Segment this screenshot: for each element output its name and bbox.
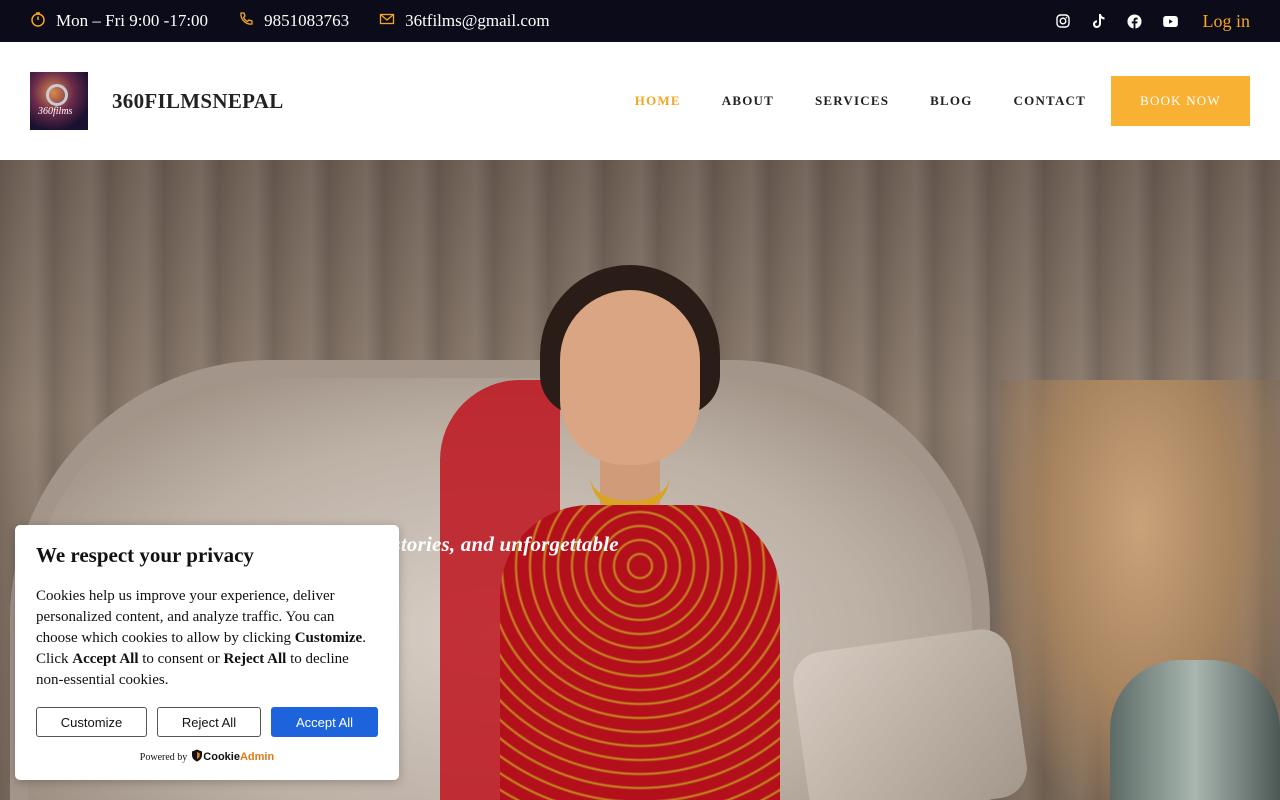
- cookie-description: Cookies help us improve your experience,…: [36, 586, 378, 691]
- logo-lens-graphic: [46, 84, 68, 106]
- hero-vase-image: [1110, 660, 1280, 800]
- cookieadmin-brand-cookie: Cookie: [203, 751, 240, 763]
- hours-text: Mon – Fri 9:00 -17:00: [56, 11, 209, 30]
- mail-icon: [379, 11, 405, 32]
- login-link[interactable]: Log in: [1203, 11, 1251, 32]
- hero-tagline: ve stories, and unforgettable: [368, 532, 619, 556]
- customize-button[interactable]: Customize: [36, 707, 147, 737]
- brand-name[interactable]: 360FILMSNEPAL: [112, 89, 284, 114]
- logo-text: 360films: [38, 106, 73, 117]
- youtube-icon[interactable]: [1163, 13, 1179, 29]
- nav-about[interactable]: ABOUT: [722, 93, 774, 109]
- cookie-consent-banner: We respect your privacy Cookies help us …: [15, 525, 399, 780]
- face-shape: [560, 290, 700, 465]
- nav-services[interactable]: SERVICES: [815, 93, 889, 109]
- email-text[interactable]: 36tfilms@gmail.com: [405, 11, 550, 31]
- cookie-buttons: Customize Reject All Accept All: [36, 707, 378, 737]
- nav-contact[interactable]: CONTACT: [1014, 93, 1086, 109]
- contact-info: Mon – Fri 9:00 -17:00 9851083763 36tfilm…: [30, 11, 580, 32]
- clock-icon: [30, 11, 56, 32]
- topbar-right: Log in: [1035, 11, 1251, 32]
- phone-item[interactable]: 9851083763: [238, 11, 349, 32]
- powered-by: Powered by Cookie Admin: [36, 749, 378, 765]
- phone-icon: [238, 11, 264, 32]
- nav-blog[interactable]: BLOG: [930, 93, 972, 109]
- site-header: 360films 360FILMSNEPAL HOME ABOUT SERVIC…: [0, 42, 1280, 160]
- email-item[interactable]: 36tfilms@gmail.com: [379, 11, 550, 32]
- hours-item: Mon – Fri 9:00 -17:00: [30, 11, 208, 32]
- hero-bride-image: [440, 250, 820, 800]
- cookie-title: We respect your privacy: [36, 543, 254, 567]
- cookieadmin-logo[interactable]: Cookie Admin: [191, 749, 274, 765]
- cookie-text-part: to consent or: [138, 651, 224, 667]
- instagram-icon[interactable]: [1055, 13, 1071, 29]
- cookie-text-customize: Customize: [294, 630, 363, 646]
- main-nav: HOME ABOUT SERVICES BLOG CONTACT BOOK NO…: [594, 76, 1250, 126]
- facebook-icon[interactable]: [1127, 13, 1143, 29]
- accept-all-button[interactable]: Accept All: [271, 707, 378, 737]
- cookieadmin-brand-admin: Admin: [239, 751, 275, 763]
- book-now-button[interactable]: BOOK NOW: [1111, 76, 1250, 126]
- cookie-text-reject: Reject All: [223, 651, 287, 667]
- powered-by-label: Powered by: [139, 751, 188, 763]
- shield-icon: [191, 749, 203, 765]
- top-bar: Mon – Fri 9:00 -17:00 9851083763 36tfilm…: [0, 0, 1280, 42]
- phone-text[interactable]: 9851083763: [264, 11, 349, 31]
- site-logo[interactable]: 360films: [30, 72, 88, 130]
- nav-home[interactable]: HOME: [635, 93, 681, 109]
- cookie-text-accept: Accept All: [72, 651, 139, 667]
- reject-all-button[interactable]: Reject All: [157, 707, 261, 737]
- hero-pillow-image: [789, 625, 1031, 800]
- tiktok-icon[interactable]: [1091, 13, 1107, 29]
- cookie-text-part: Cookies help us improve your experience,…: [36, 588, 335, 646]
